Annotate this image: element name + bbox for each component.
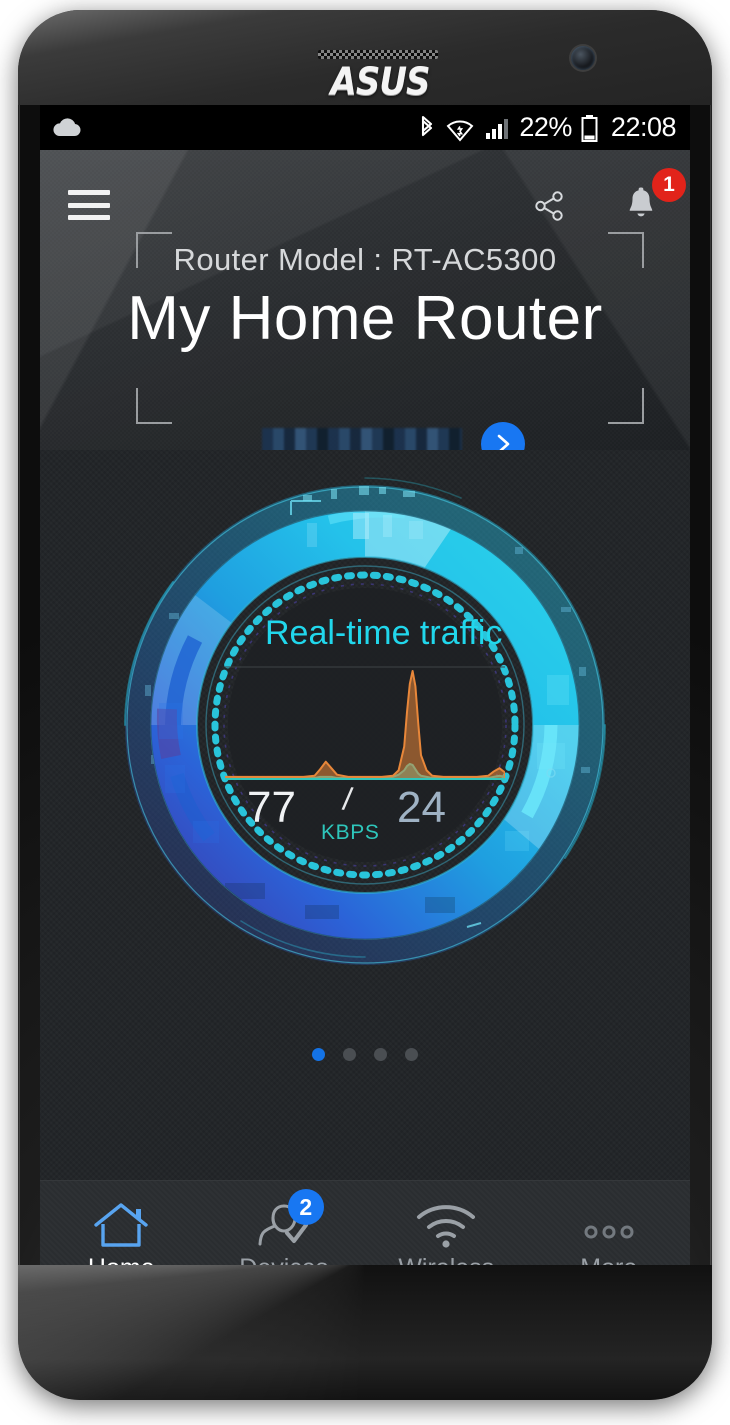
upload-speed-value: 77 [247, 783, 296, 832]
traffic-chart-svg [225, 666, 505, 780]
traffic-chart [225, 665, 505, 785]
share-icon[interactable] [532, 188, 568, 224]
more-icon [579, 1198, 639, 1250]
phone-top-bezel: ASUS [18, 10, 712, 105]
page-dot-3[interactable] [405, 1048, 418, 1061]
page-indicator-dots[interactable] [40, 1048, 690, 1061]
front-camera-icon [571, 46, 595, 70]
page-dot-0[interactable] [312, 1048, 325, 1061]
traffic-gauge[interactable]: Real-time traffic 77 / KBPS 24 [115, 475, 615, 975]
traffic-title: Real-time traffic [265, 614, 503, 652]
app-header: 1 Router Model : RT-AC5300 My Home Route… [40, 150, 690, 466]
speed-separator: / [340, 780, 355, 818]
devices-badge: 2 [287, 1189, 324, 1225]
home-icon [92, 1198, 150, 1250]
download-speed-value: 24 [397, 783, 446, 832]
wifi-icon [445, 114, 475, 142]
cellular-signal-icon [484, 115, 510, 141]
battery-percent-label: 22% [519, 112, 572, 142]
frame-corner-bottom-left [136, 388, 172, 424]
status-bar: 22% 22:08 [40, 105, 690, 150]
cloud-icon [52, 117, 82, 139]
app-main-content: Real-time traffic 77 / KBPS 24 2 [40, 450, 690, 1300]
series-upload [225, 671, 505, 779]
speed-readout: 77 / KBPS 24 [225, 780, 505, 844]
phone-device: ASUS 22% 22:08 1 Router Model: RT-AC530… [18, 10, 712, 1400]
traffic-readout-panel: Real-time traffic 77 / KBPS 24 [225, 614, 505, 844]
notification-badge: 1 [652, 168, 686, 202]
bluetooth-icon [418, 114, 436, 142]
router-model-label: Router Model : RT-AC5300 [173, 242, 557, 277]
phone-screen: 22% 22:08 1 Router Model: RT-AC5300 My … [40, 105, 690, 1300]
page-dot-2[interactable] [374, 1048, 387, 1061]
frame-corner-bottom-right [608, 388, 644, 424]
wireless-icon [415, 1198, 477, 1250]
router-name-title: My Home Router [127, 284, 603, 353]
battery-icon [581, 114, 598, 142]
speaker-grille-icon [318, 50, 438, 59]
status-clock: 22:08 [610, 112, 677, 142]
phone-bottom-bezel [18, 1265, 712, 1400]
asus-logo: ASUS [330, 59, 431, 105]
page-dot-1[interactable] [343, 1048, 356, 1061]
hamburger-menu-icon[interactable] [68, 190, 110, 220]
speed-unit-label: KBPS [321, 821, 380, 844]
